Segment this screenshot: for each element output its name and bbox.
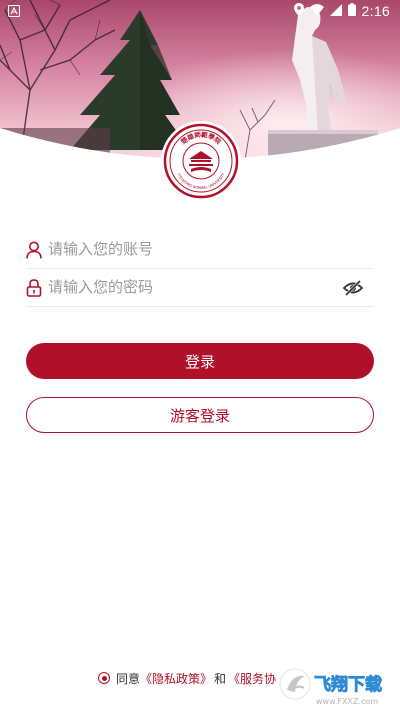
guest-login-button[interactable]: 游客登录 [26,397,374,433]
username-field-row [26,231,374,269]
agree-prefix: 同意 [116,671,141,686]
login-button[interactable]: 登录 [26,343,374,379]
status-time: 2:16 [361,3,390,19]
eye-off-icon[interactable] [342,278,364,298]
lock-icon [26,278,42,297]
password-field-row [26,269,374,307]
university-logo: 楚雄師範學院 CHUXIONG NORMAL UNIVERSITY [163,123,239,199]
agree-conjunction: 和 [214,671,227,686]
username-input[interactable] [48,241,374,258]
watermark-url: www.FXXZ.com [316,697,378,706]
agreement-row: 同意 《隐私政策》 和 《服务协 [98,669,276,687]
watermark: 飞翔下载 www.FXXZ.com [278,664,396,708]
user-icon [26,241,42,259]
password-input[interactable] [48,279,342,296]
wifi-icon [309,3,324,19]
location-icon [293,3,304,19]
privacy-policy-link[interactable]: 《隐私政策》 [140,670,212,687]
service-agreement-link[interactable]: 《服务协 [228,670,276,687]
battery-icon [347,3,356,19]
agree-radio-dot [101,675,107,681]
signal-icon [329,3,342,19]
a-icon [8,4,22,18]
watermark-text: 飞翔下载 [314,674,382,695]
status-bar: 2:16 [0,0,400,24]
agree-radio[interactable] [98,672,110,684]
